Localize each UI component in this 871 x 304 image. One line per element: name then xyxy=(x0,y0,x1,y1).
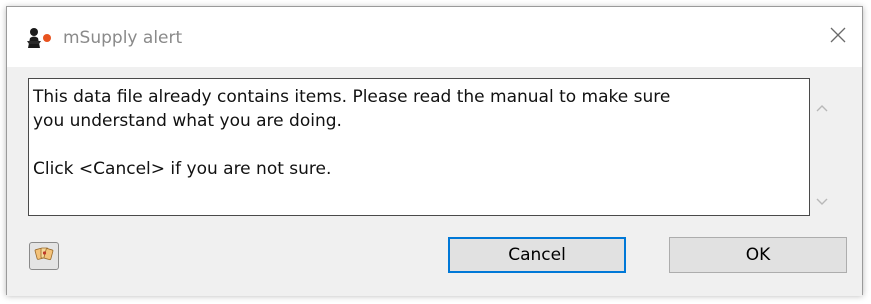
message-text-area[interactable]: This data file already contains items. P… xyxy=(28,78,810,216)
chevron-down-icon xyxy=(816,191,828,210)
ok-button[interactable]: OK xyxy=(669,237,847,273)
scroll-down-button[interactable] xyxy=(812,190,832,210)
message-line: This data file already contains items. P… xyxy=(33,87,671,107)
help-cards-icon xyxy=(34,246,54,266)
close-button[interactable] xyxy=(820,19,856,55)
title-bar: mSupply alert xyxy=(7,7,862,67)
message-line: Click <Cancel> if you are not sure. xyxy=(33,159,332,179)
msupply-logo-icon xyxy=(25,27,53,49)
close-icon xyxy=(829,26,847,48)
cancel-button[interactable]: Cancel xyxy=(448,237,626,273)
help-button[interactable] xyxy=(29,242,59,270)
message-line: you understand what you are doing. xyxy=(33,111,342,131)
alert-dialog: mSupply alert This data file already con… xyxy=(6,6,863,296)
vertical-scrollbar[interactable] xyxy=(812,78,832,216)
scroll-up-button[interactable] xyxy=(812,96,832,116)
chevron-up-icon xyxy=(816,97,828,116)
message-line-blank xyxy=(33,133,805,157)
window-title: mSupply alert xyxy=(63,28,183,48)
dialog-body: This data file already contains items. P… xyxy=(7,67,862,296)
